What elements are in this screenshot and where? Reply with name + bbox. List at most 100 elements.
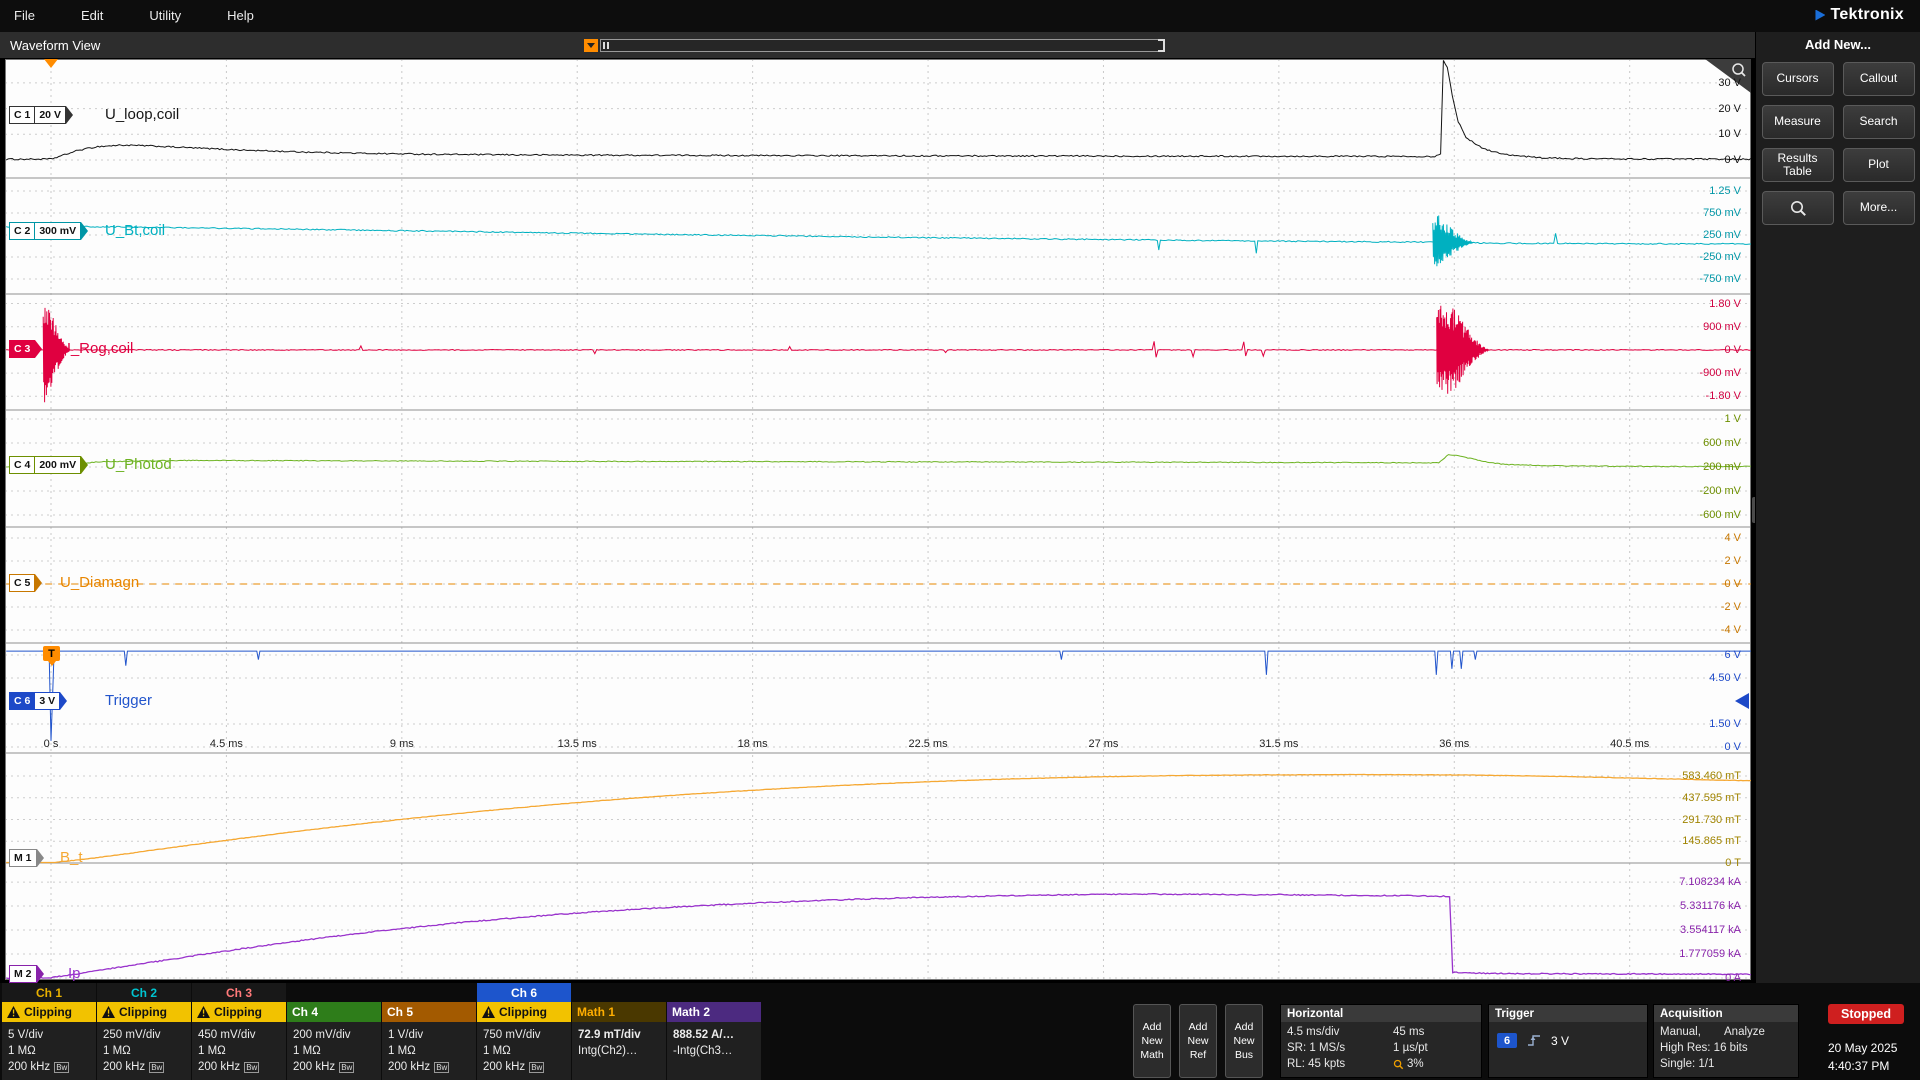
channel-badge-c6[interactable]: C 63 V [9,692,67,710]
channel-box-ch-2[interactable]: Ch 2Clipping250 mV/div1 MΩ200 kHzBw [97,983,191,1080]
channel-badge-c5[interactable]: C 5 [9,574,42,592]
trace-c2 [6,226,1751,253]
channel-tab-ch-6[interactable]: Ch 6 [477,983,571,1002]
channel-badge-m2[interactable]: M 2 [9,965,44,983]
panel-button-cursors[interactable]: Cursors [1762,62,1834,96]
channel-info-ch-5[interactable]: Ch 51 V/div1 MΩ200 kHzBw [382,1002,476,1080]
trace-layer [5,59,1751,980]
channel-tab-ch-2[interactable]: Ch 2 [97,983,191,1002]
scale-label-c5: -2 V [1721,600,1741,614]
trigger-source-marker[interactable]: T [43,646,60,661]
trigger-position-marker[interactable] [44,59,58,68]
clipping-badge: Clipping [2,1002,96,1022]
panel-button-results-table[interactable]: Results Table [1762,148,1834,182]
channel-tab-ch-1[interactable]: Ch 1 [2,983,96,1002]
detail-text: 200 kHz [8,1061,50,1073]
scale-label-m1: 0 T [1725,856,1741,870]
channel-info-ch-3[interactable]: Clipping450 mV/div1 MΩ200 kHzBw [192,1002,286,1080]
channel-badge-c2[interactable]: C 2300 mV [9,222,88,240]
trigger-level-marker[interactable] [1735,693,1749,709]
channel-info-math-1[interactable]: Math 172.9 mT/divIntg(Ch2)… [572,1002,666,1080]
channel-info-ch-2[interactable]: Clipping250 mV/div1 MΩ200 kHzBw [97,1002,191,1080]
channel-badge-label: C 2 [9,222,35,240]
date-label: 20 May 2025 [1828,1041,1897,1055]
zoom-button[interactable] [1762,191,1834,225]
acquisition-panel[interactable]: Acquisition Manual, Analyze High Res: 16… [1653,1004,1799,1078]
zoom-handle[interactable] [584,39,598,52]
trigger-level: 3 V [1551,1034,1569,1048]
acquisition-mode: Manual, [1660,1026,1701,1038]
acquisition-row-single: Single: 1/1 [1654,1058,1798,1070]
channel-detail-line: 450 mV/div [192,1029,286,1041]
channel-box-math-2[interactable]: Math 2888.52 A/…-Intg(Ch3… [667,983,761,1080]
panel-button-search[interactable]: Search [1843,105,1915,139]
menu-item-help[interactable]: Help [213,8,268,23]
channel-tab-ch-3[interactable]: Ch 3 [192,983,286,1002]
channel-badge-c3[interactable]: C 3 [9,340,42,358]
add-new-group: AddNewMathAddNewRefAddNewBus [1133,1004,1271,1078]
menu-item-file[interactable]: File [0,8,49,23]
zoom-overview-bar[interactable] [600,39,1165,52]
scale-label-c2: 250 mV [1703,228,1741,242]
trigger-panel[interactable]: Trigger 6 3 V [1488,1004,1648,1078]
panel-button-callout[interactable]: Callout [1843,62,1915,96]
channel-box-ch-4[interactable]: Ch 4200 mV/div1 MΩ200 kHzBw [287,983,381,1080]
horizontal-zoom: 3% [1393,1058,1424,1070]
add-new-line: Add [1235,1021,1254,1033]
channel-info-ch-6[interactable]: Clipping750 mV/div1 MΩ200 kHzBw [477,1002,571,1080]
time-axis-label: 18 ms [723,738,783,750]
scale-label-c3: 1.80 V [1709,297,1741,311]
detail-text: 1 MΩ [8,1045,36,1057]
channel-badge-c4[interactable]: C 4200 mV [9,456,88,474]
channel-box-ch-3[interactable]: Ch 3Clipping450 mV/div1 MΩ200 kHzBw [192,983,286,1080]
panel-button-plot[interactable]: Plot [1843,148,1915,182]
scale-label-c6: 6 V [1724,648,1741,662]
channel-info-math-2[interactable]: Math 2888.52 A/…-Intg(Ch3… [667,1002,761,1080]
add-new-math-button[interactable]: AddNewMath [1133,1004,1171,1078]
acquisition-row-mode: Manual, Analyze [1654,1026,1798,1038]
trace-m2 [6,894,1751,979]
warning-icon [482,1006,495,1018]
scale-label-c4: -600 mV [1699,508,1741,522]
channel-badge-m1[interactable]: M 1 [9,849,44,867]
bandwidth-badge: Bw [339,1062,354,1073]
clipping-label: Clipping [24,1005,72,1019]
detail-text: 1 MΩ [483,1045,511,1057]
add-new-ref-button[interactable]: AddNewRef [1179,1004,1217,1078]
scale-label-c5: 2 V [1724,554,1741,568]
channel-info-ch-4[interactable]: Ch 4200 mV/div1 MΩ200 kHzBw [287,1002,381,1080]
waveform-plot-area[interactable]: 30 V20 V10 V0 VU_loop,coilC 120 V1.25 V7… [5,59,1751,980]
trace-c6 [6,651,1751,741]
channel-badge-c1[interactable]: C 120 V [9,106,73,124]
channel-detail-line: 1 MΩ [192,1045,286,1057]
time-axis-label: 22.5 ms [898,738,958,750]
scale-label-c3: -900 mV [1699,366,1741,380]
horizontal-panel[interactable]: Horizontal 4.5 ms/div 45 ms SR: 1 MS/s 1… [1280,1004,1482,1078]
clipping-badge: Clipping [477,1002,571,1022]
channel-badge-scale: 300 mV [35,222,81,240]
channel-box-math-1[interactable]: Math 172.9 mT/divIntg(Ch2)… [572,983,666,1080]
channel-box-ch-6[interactable]: Ch 6Clipping750 mV/div1 MΩ200 kHzBw [477,983,571,1080]
channel-badge-arrow-icon [35,340,42,358]
channel-detail-line: 1 MΩ [97,1045,191,1057]
waveform-view-title: Waveform View [10,38,100,53]
detail-text: 200 kHz [483,1061,525,1073]
panel-button-measure[interactable]: Measure [1762,105,1834,139]
panel-button-more[interactable]: More... [1843,191,1915,225]
channel-detail-line: 750 mV/div [477,1029,571,1041]
add-new-line: Add [1189,1021,1208,1033]
channel-box-ch-5[interactable]: Ch 51 V/div1 MΩ200 kHzBw [382,983,476,1080]
menu-item-utility[interactable]: Utility [135,8,195,23]
horizontal-zoom-pct: 3% [1407,1058,1424,1070]
add-new-line: Bus [1235,1049,1253,1061]
scale-label-c5: -4 V [1721,623,1741,637]
channel-box-ch-1[interactable]: Ch 1Clipping5 V/div1 MΩ200 kHzBw [2,983,96,1080]
channel-name-c6: Trigger [105,691,152,711]
channel-badge-arrow-icon [60,692,67,710]
acquisition-resolution: High Res: 16 bits [1660,1042,1748,1054]
add-new-bus-button[interactable]: AddNewBus [1225,1004,1263,1078]
trigger-settings-row: 6 3 V [1497,1033,1647,1048]
horizontal-scale: 4.5 ms/div [1287,1026,1339,1038]
menu-item-edit[interactable]: Edit [67,8,117,23]
channel-info-ch-1[interactable]: Clipping5 V/div1 MΩ200 kHzBw [2,1002,96,1080]
